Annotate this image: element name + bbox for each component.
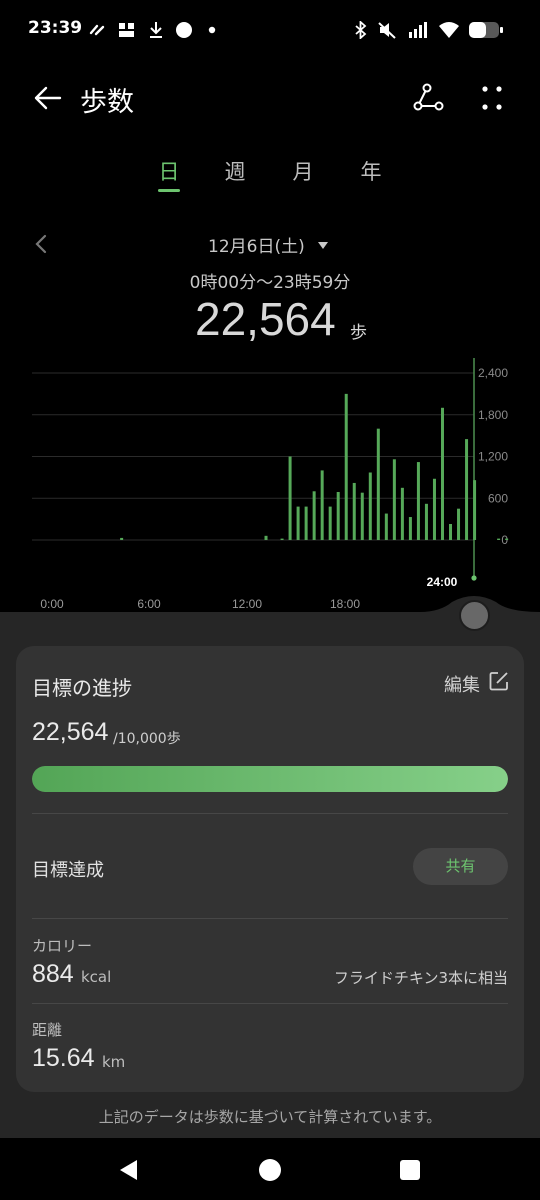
tab-week[interactable]: 週 (205, 156, 265, 186)
circle-icon (174, 20, 194, 40)
divider (32, 813, 508, 814)
trend-graph-icon (413, 83, 444, 111)
nav-back-icon[interactable] (117, 1158, 141, 1182)
x-tick-label: 12:00 (232, 597, 262, 611)
y-tick-label: 2,400 (478, 366, 508, 380)
distance-value: 15.64 (32, 1044, 95, 1072)
footnote: 上記のデータは歩数に基づいて計算されています。 (98, 1108, 442, 1126)
chart-bar (368, 472, 372, 540)
battery-icon (466, 20, 506, 40)
share-button[interactable]: 共有 (413, 848, 508, 885)
chart-bar (505, 538, 509, 540)
goal-card-title: 目標の進捗 (32, 676, 132, 700)
previous-day-button[interactable] (30, 230, 54, 258)
goal-achieved-label: 目標達成 (32, 860, 104, 881)
back-arrow-icon (34, 86, 62, 110)
dot-icon (205, 20, 219, 40)
page-title: 歩数 (80, 87, 134, 118)
calories-label: カロリー (32, 937, 93, 955)
edit-goal-button[interactable]: 編集 (444, 671, 480, 697)
chart-bar (280, 538, 284, 540)
chart-bar (360, 492, 364, 540)
chart-bar (497, 538, 501, 540)
chart-bar (384, 513, 388, 540)
tab-day[interactable]: 日 (139, 156, 199, 186)
chart-bar (424, 503, 428, 540)
chart-bar (312, 491, 316, 540)
tab-month[interactable]: 月 (273, 156, 333, 186)
calories-value: 884 (32, 960, 74, 988)
system-nav-bar (0, 1138, 540, 1200)
current-time-dot (471, 575, 477, 581)
trend-button[interactable] (410, 80, 446, 116)
goal-progress-fill (32, 766, 508, 792)
chart-bar (473, 480, 477, 540)
chart-bar (264, 535, 268, 540)
chart-bar (449, 523, 453, 540)
steps-unit: 歩 (350, 323, 367, 343)
nav-recents-icon[interactable] (399, 1159, 421, 1181)
tab-year[interactable]: 年 (341, 156, 401, 186)
chart-bar (304, 506, 308, 540)
total-steps: 22,564 (195, 293, 336, 345)
mute-icon (376, 20, 398, 40)
chart-bar (408, 517, 412, 540)
divider (32, 1003, 508, 1004)
data-saver-icon (88, 20, 108, 40)
date-label[interactable]: 12月6日(土) (208, 232, 305, 257)
distance-label: 距離 (32, 1021, 63, 1039)
more-dots-icon (482, 86, 502, 110)
more-options-button[interactable] (474, 80, 510, 116)
timeline-scrubber-handle[interactable] (459, 600, 490, 631)
x-tick-label: 6:00 (137, 597, 161, 611)
x-tick-label: 18:00 (330, 597, 360, 611)
tab-active-indicator (158, 189, 180, 192)
time-range-label: 0時00分～23時59分 (189, 273, 351, 293)
bluetooth-icon (352, 20, 370, 40)
y-tick-label: 1,800 (478, 408, 508, 422)
status-bar: 23:39 (0, 0, 540, 60)
chart-bar (416, 462, 420, 540)
chart-bar (465, 439, 469, 540)
chart-bar (400, 487, 404, 540)
chevron-down-icon[interactable] (316, 236, 330, 249)
chart-bar (336, 491, 340, 540)
calories-unit: kcal (81, 968, 112, 986)
y-tick-label: 600 (488, 491, 508, 505)
chart-bar (440, 407, 444, 540)
chart-bar (352, 482, 356, 540)
goal-progress-bar (32, 766, 508, 792)
calories-equivalent: フライドチキン3本に相当 (333, 969, 508, 987)
chart-bar (457, 508, 461, 540)
status-time: 23:39 (28, 18, 83, 38)
chart-bar (344, 393, 348, 540)
chart-bar (288, 456, 292, 540)
wifi-icon (436, 20, 462, 40)
nav-home-icon[interactable] (258, 1158, 282, 1182)
chart-bar (328, 506, 332, 540)
divider (32, 918, 508, 919)
chart-bar (296, 506, 300, 540)
chart-bar (120, 537, 124, 540)
chevron-left-icon (35, 234, 47, 254)
chart-bar (320, 470, 324, 540)
signal-icon (406, 20, 432, 40)
y-tick-label: 1,200 (478, 450, 508, 464)
chart-bar (376, 428, 380, 540)
x-tick-label: 24:00 (427, 575, 458, 589)
lte-icon (116, 20, 138, 40)
chart-bar (432, 478, 436, 540)
back-button[interactable] (30, 80, 66, 116)
hourly-steps-chart[interactable]: 06001,2001,8002,4000:00 6:00 12:00 18:0024:… (0, 350, 540, 625)
goal-current-steps: 22,564 (32, 718, 109, 746)
edit-icon[interactable] (489, 671, 509, 691)
distance-unit: km (102, 1053, 126, 1071)
chart-bar (392, 459, 396, 540)
download-icon (146, 20, 166, 40)
x-tick-label: 0:00 (40, 597, 64, 611)
goal-target-steps: /10,000歩 (113, 731, 181, 747)
